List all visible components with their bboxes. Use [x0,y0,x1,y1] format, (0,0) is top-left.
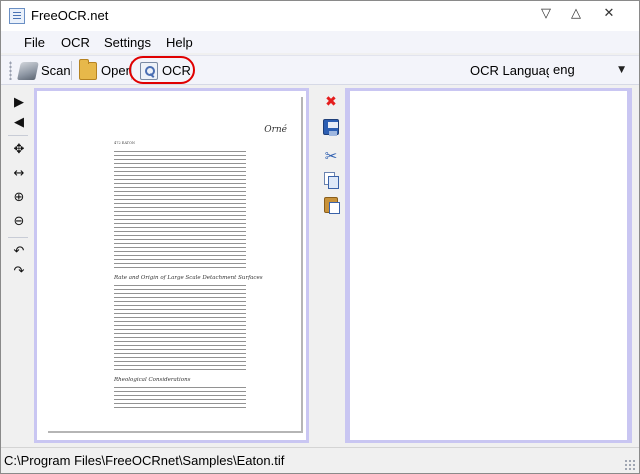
ocr-language-label: OCR Language [470,63,561,78]
open-button[interactable]: Open [77,58,135,82]
zoom-in-icon[interactable]: ⊕ [9,187,29,207]
image-viewport[interactable]: Orné 472 EATON Rate and Origin of Large … [37,91,306,440]
image-panel: Orné 472 EATON Rate and Origin of Large … [34,88,309,443]
rotate-left-icon[interactable]: ↶ [9,241,29,261]
menu-bar: File OCR Settings Help [1,31,639,53]
save-icon [323,119,339,136]
close-button[interactable]: ✕ [594,3,624,25]
scan-label: Scan [41,63,71,78]
scanner-icon [17,61,39,80]
folder-open-icon [79,58,97,80]
text-panel [345,88,632,443]
zoom-out-icon[interactable]: ⊖ [9,211,29,231]
app-window: FreeOCR.net ▽ △ ✕ File OCR Settings Help… [0,0,640,474]
menu-ocr[interactable]: OCR [61,35,90,50]
save-text-button[interactable] [321,117,341,137]
rotate-right-icon[interactable]: ↷ [9,261,29,281]
maximize-button[interactable]: △ [561,3,591,25]
move-icon[interactable]: ✥ [9,139,29,159]
previous-page-icon[interactable]: ◀ [9,112,29,132]
document-text-block [114,285,246,373]
document-heading: Rheological Considerations [114,377,191,383]
document-signature: Orné [264,125,287,135]
app-icon [9,8,25,24]
next-page-icon[interactable]: ▶ [9,92,29,112]
toolbar-separator [71,61,72,80]
status-bar: C:\Program Files\FreeOCRnet\Samples\Eato… [1,447,639,473]
status-file-path: C:\Program Files\FreeOCRnet\Samples\Eato… [4,453,285,468]
ocr-language-select[interactable]: eng ▼ [549,59,631,81]
toolbar-grip[interactable] [9,61,12,80]
document-text-block [114,151,246,271]
menu-file[interactable]: File [24,35,45,50]
scan-button[interactable]: Scan [17,59,73,82]
document-page-image: Orné 472 EATON Rate and Origin of Large … [46,95,301,431]
document-heading: Rate and Origin of Large Scale Detachmen… [114,275,263,281]
tool-separator [8,135,28,136]
menu-settings[interactable]: Settings [104,35,151,50]
minimize-button[interactable]: ▽ [531,3,561,25]
copy-icon[interactable] [321,170,341,190]
fit-width-icon[interactable]: ↔ [9,163,29,183]
resize-grip[interactable] [624,459,635,470]
menu-help[interactable]: Help [166,35,193,50]
title-bar: FreeOCR.net ▽ △ ✕ [1,1,639,31]
ocr-text-area[interactable] [350,91,627,440]
dropdown-arrow-icon: ▼ [618,65,625,75]
document-text-block [114,387,246,411]
cut-icon[interactable]: ✂ [321,146,341,166]
paste-icon[interactable] [321,194,341,214]
ocr-button-highlight [129,56,195,84]
clear-icon[interactable]: ✖ [321,92,341,112]
ocr-language-value: eng [553,62,575,77]
window-title: FreeOCR.net [31,8,109,23]
document-page-header: 472 EATON [114,141,135,145]
tool-separator [8,237,28,238]
